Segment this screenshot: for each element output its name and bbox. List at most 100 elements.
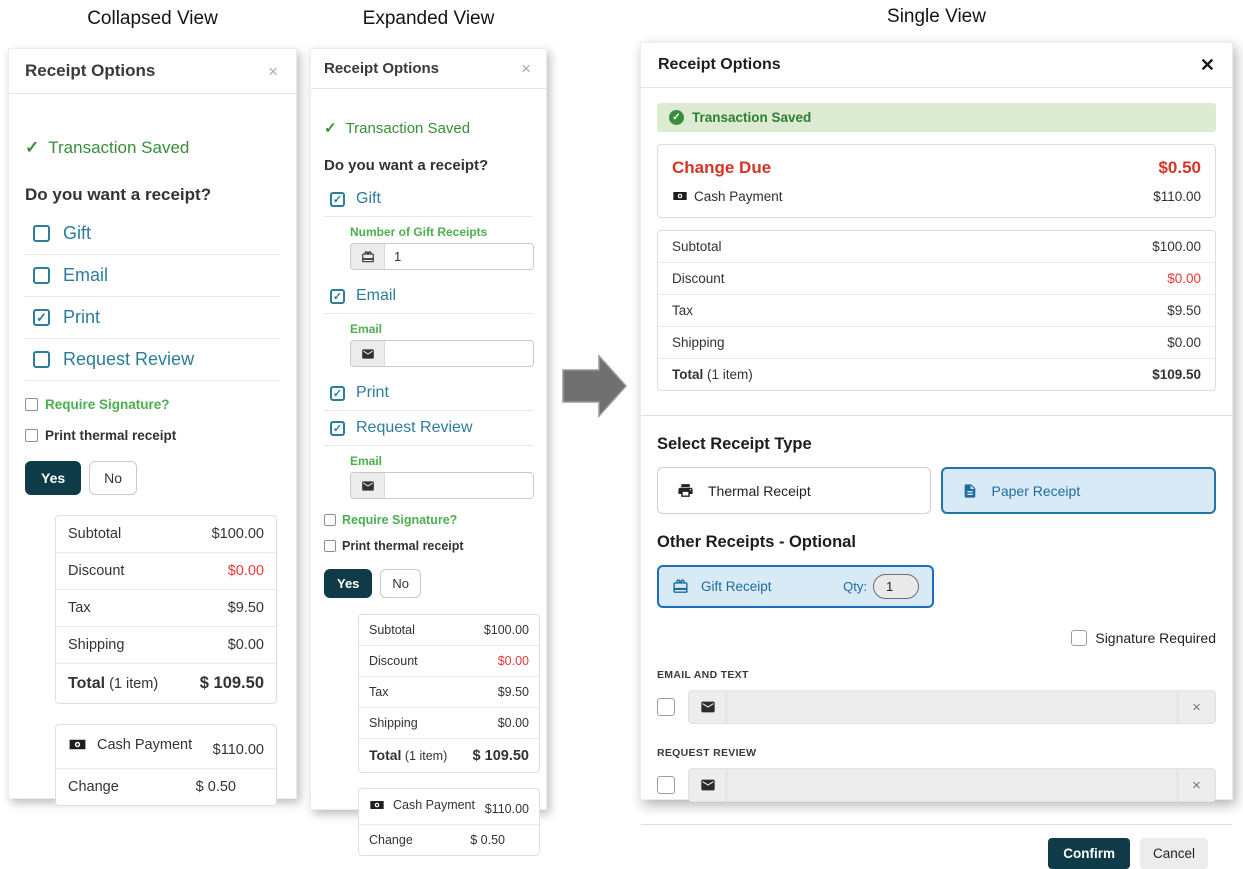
table-row: Tax $9.50 [56, 590, 276, 627]
request-review-input[interactable] [727, 769, 1177, 801]
discount-label: Discount [369, 654, 418, 668]
clear-icon[interactable]: × [1177, 691, 1215, 723]
signature-required-checkbox[interactable] [1071, 630, 1087, 646]
no-button[interactable]: No [380, 569, 421, 598]
clear-icon[interactable]: × [1177, 769, 1215, 801]
print-thermal-row[interactable]: Print thermal receipt [324, 539, 533, 553]
review-email-label: Email [350, 454, 533, 468]
thermal-receipt-button[interactable]: Thermal Receipt [657, 467, 931, 514]
payment-method-label: Cash Payment [393, 798, 475, 812]
envelope-icon [689, 769, 727, 801]
table-row: Tax $9.50 [359, 677, 539, 708]
require-signature-row[interactable]: Require Signature? [324, 513, 533, 527]
option-row-request-review[interactable]: Request Review [324, 411, 533, 446]
yes-button[interactable]: Yes [25, 461, 81, 495]
select-receipt-type-heading: Select Receipt Type [657, 435, 1216, 454]
confirm-button[interactable]: Confirm [1048, 838, 1130, 869]
option-row-email[interactable]: Email [324, 279, 533, 314]
tax-value: $9.50 [1167, 303, 1201, 318]
require-signature-checkbox[interactable] [25, 398, 38, 411]
print-checkbox[interactable] [33, 309, 50, 326]
modal-title: Receipt Options [658, 56, 781, 74]
change-label: Change [369, 833, 413, 847]
total-value: $ 109.50 [473, 748, 529, 764]
payment-method-label: Cash Payment [694, 189, 783, 204]
option-row-print[interactable]: Print [25, 297, 280, 339]
subtotal-label: Subtotal [672, 239, 722, 254]
signature-required-row[interactable]: Signature Required [657, 630, 1216, 646]
payment-amount: $110.00 [1153, 189, 1201, 204]
email-label: Email [63, 265, 108, 286]
require-signature-row[interactable]: Require Signature? [25, 397, 280, 412]
print-thermal-checkbox[interactable] [25, 429, 38, 442]
gift-qty-input[interactable] [873, 574, 919, 599]
print-thermal-checkbox[interactable] [324, 540, 336, 552]
close-icon[interactable]: ✕ [1200, 56, 1215, 74]
request-review-label: Request Review [63, 349, 194, 370]
gift-checkbox[interactable] [330, 192, 345, 207]
table-row: Discount $0.00 [359, 646, 539, 677]
request-review-section-label: REQUEST REVIEW [657, 747, 1216, 759]
total-item-count: (1 item) [109, 676, 158, 692]
email-input-group [350, 340, 534, 367]
other-receipts-heading: Other Receipts - Optional [657, 533, 1216, 552]
option-row-print[interactable]: Print [324, 376, 533, 411]
total-row: Total (1 item) $109.50 [658, 359, 1215, 390]
total-item-count: (1 item) [405, 749, 447, 763]
email-and-text-input[interactable] [727, 691, 1177, 723]
option-row-gift[interactable]: Gift [25, 213, 280, 255]
close-icon[interactable]: × [268, 63, 278, 80]
modal-body: ✓ Transaction Saved Change Due $0.50 Cas… [641, 103, 1232, 869]
option-row-email[interactable]: Email [25, 255, 280, 297]
require-signature-checkbox[interactable] [324, 514, 336, 526]
tax-label: Tax [68, 600, 91, 616]
discount-value: $0.00 [498, 654, 529, 668]
review-input-group: × [688, 768, 1216, 802]
option-row-request-review[interactable]: Request Review [25, 339, 280, 381]
gift-receipt-button[interactable]: Gift Receipt Qty: [657, 565, 934, 608]
gift-count-input[interactable] [385, 244, 533, 269]
change-due-card: Change Due $0.50 Cash Payment $110.00 [657, 144, 1216, 218]
modal-header: Receipt Options ✕ [641, 43, 1232, 88]
table-row: Shipping $0.00 [56, 627, 276, 664]
email-checkbox[interactable] [33, 267, 50, 284]
gift-count-input-group [350, 243, 534, 270]
gift-checkbox[interactable] [33, 225, 50, 242]
cancel-button[interactable]: Cancel [1140, 838, 1208, 869]
single-view-title: Single View [640, 6, 1233, 28]
receipt-options-list: Gift Email Print Request Review [25, 213, 280, 381]
email-input[interactable] [385, 341, 533, 366]
request-review-checkbox[interactable] [33, 351, 50, 368]
paper-receipt-button[interactable]: Paper Receipt [941, 467, 1217, 514]
yes-no-buttons: Yes No [324, 569, 533, 598]
shipping-label: Shipping [68, 637, 124, 653]
review-email-input[interactable] [385, 473, 533, 498]
payment-method-label: Cash Payment [97, 737, 192, 753]
email-checkbox[interactable] [330, 289, 345, 304]
subtotal-value: $100.00 [1152, 239, 1201, 254]
cash-icon [68, 735, 87, 754]
single-view-panel: Receipt Options ✕ ✓ Transaction Saved Ch… [640, 42, 1233, 800]
email-enable-checkbox[interactable] [657, 698, 675, 716]
table-row: Subtotal $100.00 [658, 231, 1215, 263]
print-thermal-row[interactable]: Print thermal receipt [25, 428, 280, 443]
option-row-gift[interactable]: Gift [324, 182, 533, 217]
review-enable-checkbox[interactable] [657, 776, 675, 794]
change-value: $ 0.50 [196, 779, 236, 795]
print-checkbox[interactable] [330, 386, 345, 401]
tax-label: Tax [369, 685, 388, 699]
shipping-label: Shipping [672, 335, 725, 350]
total-item-count: (1 item) [707, 367, 753, 382]
request-review-checkbox[interactable] [330, 421, 345, 436]
receipt-type-buttons: Thermal Receipt Paper Receipt [657, 467, 1216, 514]
close-icon[interactable]: × [521, 60, 531, 77]
modal-body: ✓ Transaction Saved Do you want a receip… [9, 138, 296, 806]
change-row: Change $ 0.50 [56, 769, 276, 805]
envelope-icon [351, 473, 385, 498]
no-button[interactable]: No [89, 461, 137, 495]
subtotal-value: $100.00 [212, 526, 264, 542]
request-review-label: Request Review [356, 419, 473, 437]
order-summary-card: Subtotal $100.00 Discount $0.00 Tax $9.5… [657, 230, 1216, 391]
yes-button[interactable]: Yes [324, 569, 372, 598]
subtotal-value: $100.00 [484, 623, 529, 637]
